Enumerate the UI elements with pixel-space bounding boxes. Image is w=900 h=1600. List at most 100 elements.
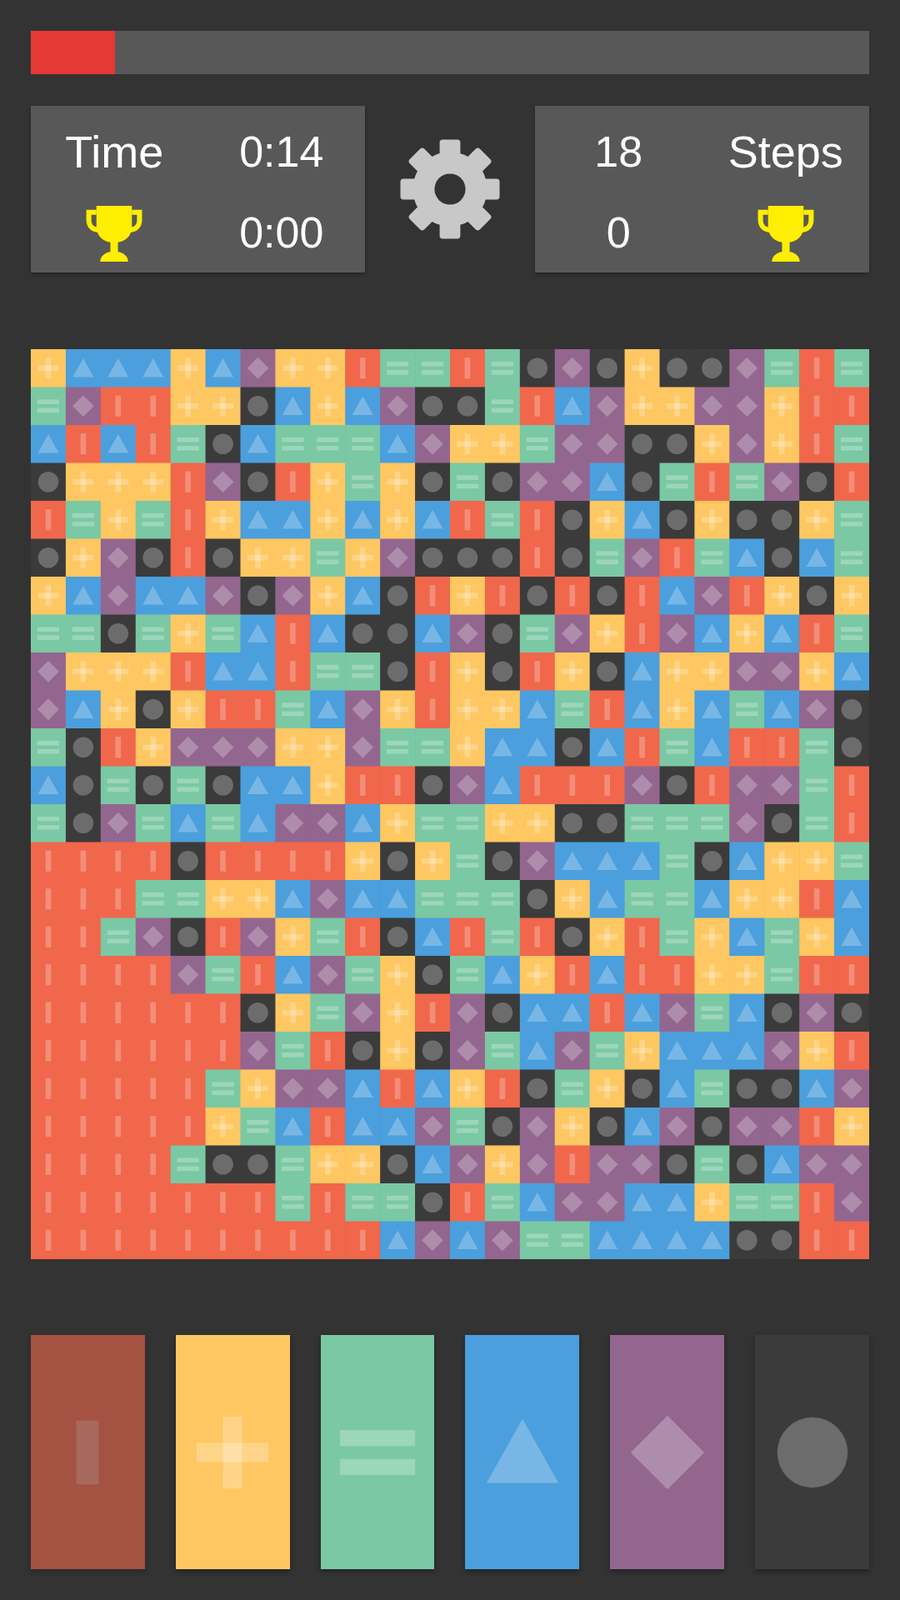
board-cell bbox=[660, 766, 696, 805]
plus-icon bbox=[387, 471, 409, 493]
board-cell bbox=[485, 500, 521, 540]
color-button[interactable] bbox=[320, 1335, 435, 1570]
settings-button[interactable] bbox=[365, 105, 535, 273]
board-cell bbox=[590, 500, 626, 540]
bar-icon bbox=[290, 660, 296, 682]
board-cell bbox=[764, 955, 800, 995]
equals-icon bbox=[491, 399, 514, 413]
circle-icon bbox=[771, 509, 793, 530]
triangle-icon bbox=[282, 965, 304, 984]
board-cell bbox=[310, 880, 346, 919]
equals-icon bbox=[491, 892, 514, 906]
board-cell bbox=[415, 615, 451, 654]
board-cell bbox=[240, 463, 277, 502]
board-cell bbox=[275, 463, 311, 502]
plus-icon bbox=[840, 585, 862, 606]
board-cell bbox=[590, 615, 626, 654]
board-cell bbox=[65, 918, 102, 957]
board-cell bbox=[415, 842, 451, 881]
board-cell bbox=[625, 652, 661, 691]
triangle-icon[interactable] bbox=[482, 1412, 563, 1493]
diamond-icon[interactable] bbox=[627, 1412, 708, 1493]
board-cell bbox=[799, 918, 835, 957]
board-cell bbox=[205, 1031, 242, 1070]
equals-icon bbox=[456, 892, 479, 906]
equals-icon[interactable] bbox=[337, 1412, 418, 1493]
time-trophy bbox=[30, 191, 199, 273]
diamond-icon bbox=[596, 1191, 619, 1214]
board-cell bbox=[485, 804, 521, 843]
equals-icon bbox=[665, 892, 688, 906]
board-cell bbox=[275, 690, 311, 730]
triangle-icon bbox=[666, 1078, 688, 1097]
bar-icon bbox=[185, 1040, 191, 1061]
board-cell bbox=[660, 652, 696, 691]
bar-icon bbox=[255, 699, 261, 720]
plus-icon bbox=[806, 926, 828, 948]
circle-icon bbox=[247, 471, 269, 493]
board-cell bbox=[205, 349, 242, 388]
triangle-icon bbox=[631, 661, 653, 680]
board-cell bbox=[555, 1031, 591, 1070]
diamond-icon bbox=[72, 395, 95, 417]
triangle-icon bbox=[37, 434, 59, 453]
circle-icon bbox=[422, 964, 444, 985]
bar-icon bbox=[80, 850, 87, 872]
board-cell bbox=[520, 1221, 556, 1260]
board-cell bbox=[694, 425, 730, 464]
board-cell bbox=[310, 500, 346, 540]
diamond-icon bbox=[386, 546, 409, 569]
board-cell bbox=[310, 1031, 346, 1070]
color-button[interactable] bbox=[175, 1335, 290, 1570]
board-cell bbox=[729, 1070, 765, 1109]
bar-icon bbox=[604, 775, 610, 796]
color-button[interactable] bbox=[755, 1335, 870, 1570]
bar-icon bbox=[569, 964, 575, 985]
board-cell bbox=[240, 1107, 277, 1146]
board-cell bbox=[205, 728, 242, 767]
triangle-icon bbox=[317, 623, 339, 642]
plus-icon bbox=[596, 926, 618, 948]
board-cell bbox=[380, 994, 416, 1033]
plus-icon bbox=[806, 509, 828, 530]
bar-icon[interactable] bbox=[47, 1412, 128, 1493]
board-cell bbox=[520, 539, 556, 578]
equals-icon bbox=[281, 1044, 304, 1058]
plus-icon bbox=[561, 888, 583, 910]
equals-icon bbox=[351, 437, 374, 451]
plus-icon[interactable] bbox=[192, 1412, 273, 1493]
diamond-icon bbox=[421, 433, 444, 455]
color-button[interactable] bbox=[610, 1335, 725, 1570]
board-cell bbox=[555, 842, 591, 881]
board-cell bbox=[30, 955, 67, 995]
board-cell bbox=[764, 539, 800, 578]
board-cell bbox=[694, 349, 730, 388]
bar-icon bbox=[80, 1154, 87, 1175]
board-cell bbox=[135, 994, 172, 1033]
board-cell bbox=[380, 690, 416, 730]
board-cell bbox=[345, 1183, 381, 1222]
circle-icon bbox=[492, 850, 514, 872]
bar-icon bbox=[80, 1191, 87, 1213]
circle-icon bbox=[666, 1154, 688, 1175]
circle-icon bbox=[561, 812, 583, 834]
board-cell bbox=[485, 425, 521, 464]
board-cell bbox=[450, 500, 486, 540]
board-cell bbox=[65, 1221, 102, 1260]
board-cell bbox=[660, 349, 696, 388]
board-cell bbox=[345, 994, 381, 1033]
color-button[interactable] bbox=[465, 1335, 580, 1570]
circle-icon bbox=[596, 585, 618, 606]
equals-icon bbox=[421, 892, 444, 906]
circle-icon bbox=[422, 1191, 444, 1213]
board-cell bbox=[590, 387, 626, 426]
color-button[interactable] bbox=[30, 1335, 145, 1570]
bar-icon bbox=[150, 1191, 156, 1213]
board-cell bbox=[764, 576, 800, 615]
diamond-icon bbox=[421, 1229, 444, 1251]
circle-icon[interactable] bbox=[772, 1412, 853, 1493]
board-cell bbox=[450, 766, 486, 805]
gear-icon[interactable] bbox=[398, 137, 502, 241]
triangle-icon bbox=[421, 623, 443, 642]
board-cell bbox=[100, 804, 137, 843]
